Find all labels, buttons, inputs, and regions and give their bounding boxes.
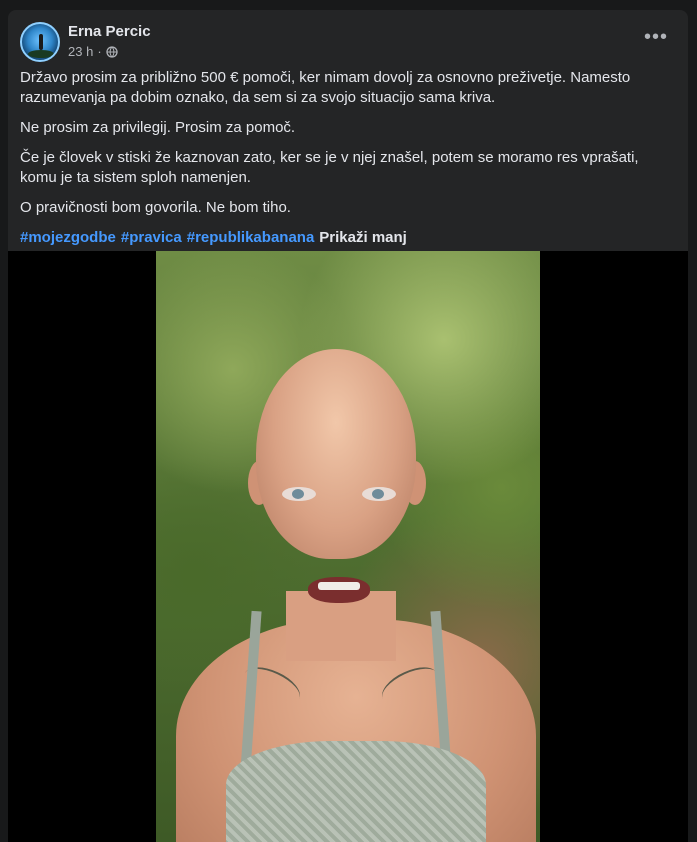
- post-time[interactable]: 23 h: [68, 44, 93, 60]
- video-frame[interactable]: [156, 251, 540, 842]
- post-paragraph-1: Državo prosim za približno 500 € pomoči,…: [20, 69, 631, 106]
- hashtag-pravica[interactable]: #pravica: [121, 228, 182, 248]
- post-body: Državo prosim za približno 500 € pomoči,…: [20, 68, 660, 248]
- post-card: Erna Percic 23 h · ••• Državo prosim za …: [8, 10, 688, 842]
- post-paragraph-4: O pravičnosti bom govorila. Ne bom tiho.: [20, 199, 291, 216]
- hashtag-mojezgodbe[interactable]: #mojezgodbe: [20, 228, 116, 248]
- more-options-icon[interactable]: •••: [644, 27, 668, 54]
- video-player[interactable]: [8, 251, 688, 842]
- eye-right: [362, 487, 396, 501]
- globe-icon[interactable]: [106, 46, 118, 58]
- meta-separator: ·: [97, 44, 102, 59]
- video-person-head: [256, 349, 416, 559]
- hashtag-row: #mojezgodbe #pravica #republikabanana Pr…: [20, 228, 660, 248]
- show-less-link[interactable]: Prikaži manj: [319, 228, 407, 248]
- post-paragraph-2: Ne prosim za privilegij. Prosim za pomoč…: [20, 119, 296, 136]
- post-meta: 23 h ·: [68, 44, 118, 60]
- hashtag-republikabanana[interactable]: #republikabanana: [187, 228, 315, 248]
- post-paragraph-3: Če je človek v stiski že kaznovan zato, …: [20, 149, 639, 186]
- mouth: [308, 577, 370, 603]
- avatar[interactable]: [20, 22, 60, 62]
- eye-left: [282, 487, 316, 501]
- lace-top: [226, 741, 486, 842]
- post-header: Erna Percic 23 h · •••: [20, 22, 676, 62]
- author-name[interactable]: Erna Percic: [68, 23, 151, 41]
